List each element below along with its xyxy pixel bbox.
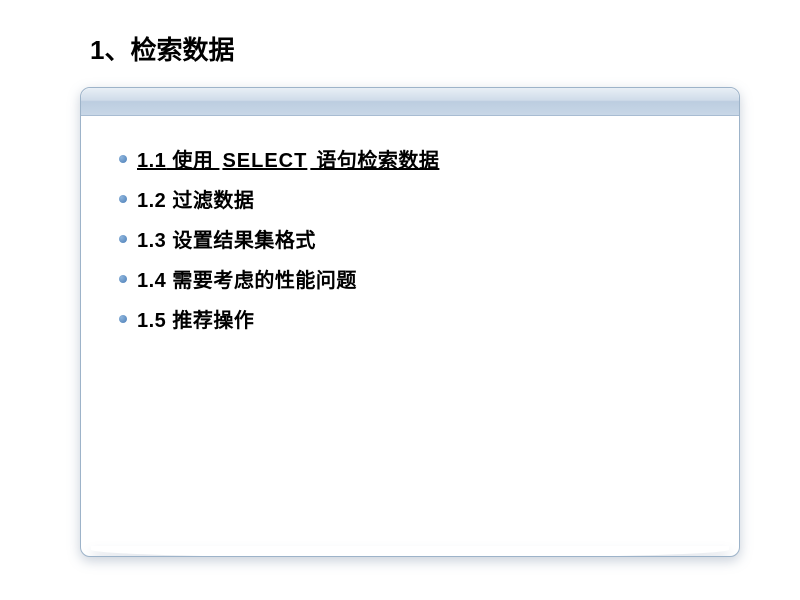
- box-header: [81, 88, 739, 116]
- slide: 1、检索数据 1.1 使用 SELECT 语句检索数据 1.2 过滤数据 1.3 设…: [0, 0, 800, 600]
- bullet-icon: [119, 235, 127, 243]
- list-item-label: 1.3 设置结果集格式: [137, 224, 316, 253]
- list-item[interactable]: 1.4 需要考虑的性能问题: [119, 264, 701, 293]
- list-item[interactable]: 1.1 使用 SELECT 语句检索数据: [119, 144, 701, 173]
- slide-title: 1、检索数据: [80, 30, 740, 67]
- box-shadow: [91, 546, 729, 557]
- list-item[interactable]: 1.2 过滤数据: [119, 184, 701, 213]
- list-item-label: 1.1 使用 SELECT 语句检索数据: [137, 144, 439, 173]
- list-item-label: 1.5 推荐操作: [137, 304, 254, 333]
- content-box: 1.1 使用 SELECT 语句检索数据 1.2 过滤数据 1.3 设置结果集格式 1…: [80, 87, 740, 557]
- bullet-icon: [119, 275, 127, 283]
- list-item[interactable]: 1.5 推荐操作: [119, 304, 701, 333]
- box-body: 1.1 使用 SELECT 语句检索数据 1.2 过滤数据 1.3 设置结果集格式 1…: [81, 116, 739, 372]
- bullet-icon: [119, 195, 127, 203]
- list-item[interactable]: 1.3 设置结果集格式: [119, 224, 701, 253]
- list-item-label: 1.4 需要考虑的性能问题: [137, 264, 357, 293]
- bullet-icon: [119, 315, 127, 323]
- bullet-icon: [119, 155, 127, 163]
- list-item-label: 1.2 过滤数据: [137, 184, 254, 213]
